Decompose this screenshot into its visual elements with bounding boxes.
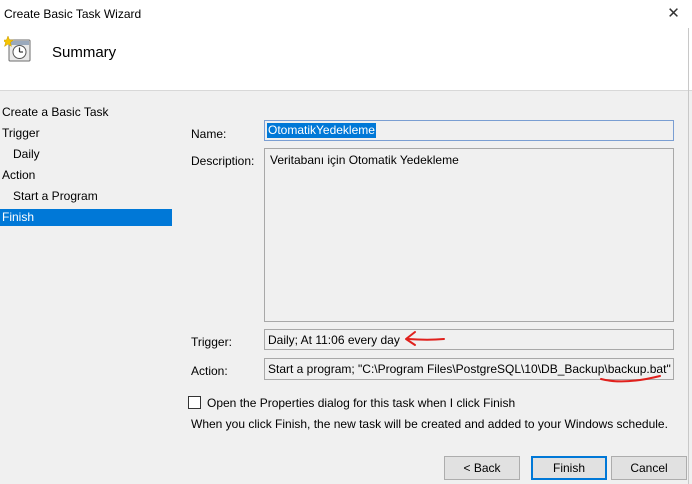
nav-step-finish[interactable]: Finish [0,209,172,226]
name-label: Name: [191,127,227,141]
action-field: Start a program; "C:\Program Files\Postg… [264,358,674,380]
name-value: OtomatikYedekleme [267,123,376,138]
window-border [688,28,689,484]
description-value: Veritabanı için Otomatik Yedekleme [270,153,459,167]
trigger-value: Daily; At 11:06 every day [268,333,400,347]
nav-step-start-a-program[interactable]: Start a Program [0,188,172,205]
close-button[interactable]: ✕ [655,0,692,28]
trigger-field: Daily; At 11:06 every day [264,329,674,350]
cancel-button[interactable]: Cancel [611,456,687,480]
description-label: Description: [191,154,255,168]
title-bar: Create Basic Task Wizard ✕ [0,0,692,28]
action-value: Start a program; "C:\Program Files\Postg… [268,362,671,376]
nav-step-create-basic-task[interactable]: Create a Basic Task [0,104,172,121]
open-properties-label[interactable]: Open the Properties dialog for this task… [207,396,515,410]
page-title: Summary [52,44,117,61]
nav-step-trigger[interactable]: Trigger [0,125,172,142]
close-icon: ✕ [667,5,680,22]
wizard-header: Summary [0,28,692,91]
nav-step-daily[interactable]: Daily [0,146,172,163]
name-field[interactable]: OtomatikYedekleme [264,120,674,141]
finish-info-text: When you click Finish, the new task will… [191,417,668,431]
task-scheduler-clock-icon [4,36,31,62]
finish-button[interactable]: Finish [531,456,607,480]
description-field[interactable]: Veritabanı için Otomatik Yedekleme [264,148,674,322]
action-label: Action: [191,364,228,378]
nav-step-action[interactable]: Action [0,167,172,184]
back-button[interactable]: < Back [444,456,520,480]
wizard-steps-nav: Create a Basic Task Trigger Daily Action… [0,91,180,484]
trigger-label: Trigger: [191,335,232,349]
window-title: Create Basic Task Wizard [4,7,142,21]
open-properties-checkbox[interactable] [188,396,201,409]
